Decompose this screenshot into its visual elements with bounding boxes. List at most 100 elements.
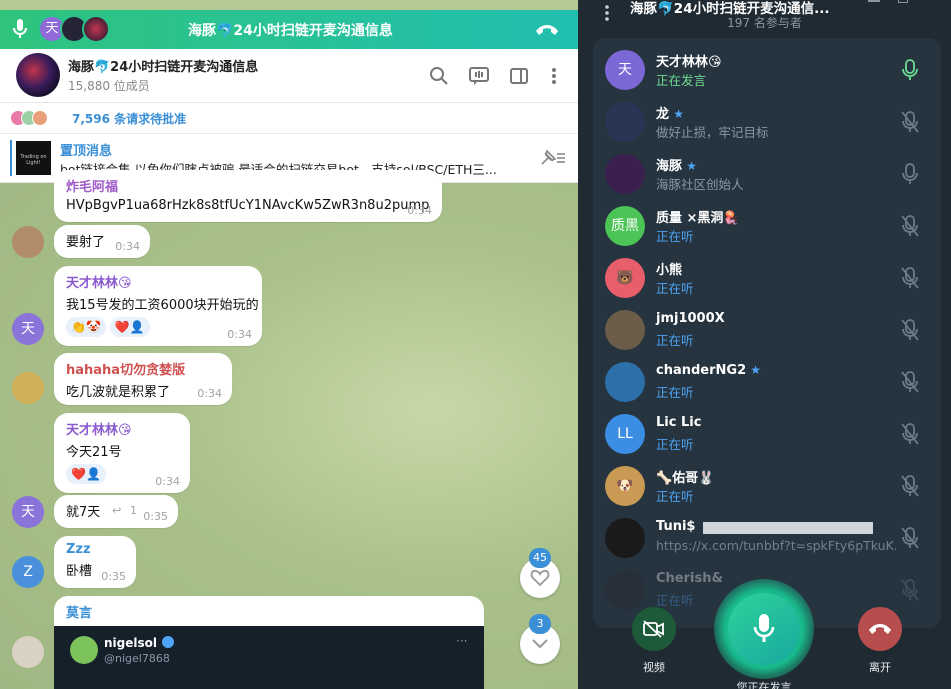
participant-row[interactable]: 🐶 🦴佑哥🐰 正在听 [593, 460, 941, 512]
chat-header[interactable]: 海豚🐬24小时扫链开麦沟通信息 15,880 位成员 [0, 49, 578, 103]
participant-name: 小熊 [656, 259, 682, 278]
microphone-icon[interactable] [10, 18, 30, 40]
mic-muted-icon[interactable] [899, 318, 921, 342]
message-text: 我15号发的工资6000块开始玩的 [66, 298, 259, 313]
message-bubble[interactable]: 炸毛阿福 HVpBgvP1ua68rHzk8s8tfUcY1NAvcKw5ZwR… [54, 170, 442, 222]
scroll-down-button[interactable]: 3 [520, 614, 560, 664]
participant-avatar[interactable] [605, 102, 645, 142]
message-bubble[interactable]: 天才林林😘 我15号发的工资6000块开始玩的 👏🤡 ❤️👤 0:34 [54, 266, 262, 346]
participant-status: 正在听 [656, 333, 694, 348]
participant-row[interactable]: LL Lic Lic 正在听 [593, 408, 941, 460]
participant-avatar[interactable]: 质黑 [605, 206, 645, 246]
sidebar-toggle-icon[interactable] [508, 65, 530, 87]
mic-muted-icon[interactable] [899, 266, 921, 290]
participant-row[interactable]: jmj1000X 正在听 [593, 304, 941, 356]
reactions[interactable]: 👏🤡 ❤️👤 [66, 317, 250, 337]
participant-name: Cherish& [656, 571, 723, 586]
participant-avatar[interactable] [605, 154, 645, 194]
minimize-icon[interactable] [868, 0, 880, 2]
participant-status: https://x.com/tunbbf?t=spkFty6pTkuK... [656, 538, 896, 553]
join-requests-bar[interactable]: 7,596 条请求待批准 [0, 103, 578, 134]
avatar[interactable]: 天 [12, 313, 44, 345]
participant-row[interactable]: 质黑 质量 ×黑洞🪼 正在听 [593, 200, 941, 252]
reply-icon[interactable]: ↩ [112, 504, 121, 517]
participant-row[interactable]: Tuni$ https://x.com/tunbbf?t=spkFty6pTkuK… [593, 512, 941, 564]
mic-muted-icon[interactable] [899, 578, 921, 602]
reaction-count-badge: 45 [529, 548, 551, 568]
participant-status: 正在发言 [656, 73, 707, 88]
participant-row[interactable]: 海豚 ★ 海豚社区创始人 [593, 148, 941, 200]
mic-muted-icon[interactable] [899, 422, 921, 446]
premium-star-icon: ★ [669, 107, 684, 121]
microphone-icon[interactable] [899, 58, 921, 82]
participant-avatar[interactable] [605, 310, 645, 350]
message-sender: 天才林林😘 [66, 276, 132, 291]
reaction-chip[interactable]: 👏🤡 [66, 317, 106, 337]
participant-row[interactable]: 🐻 小熊正在听 [593, 252, 941, 304]
message-bubble[interactable]: 就7天 ↩ 1 0:35 [54, 495, 178, 528]
mic-muted-icon[interactable] [899, 214, 921, 238]
leave-button[interactable] [858, 607, 902, 651]
participant-name: chanderNG2 ★ [656, 363, 761, 378]
speak-button[interactable] [714, 579, 814, 679]
microphone-icon[interactable] [899, 162, 921, 186]
message-bubble[interactable]: 天才林林😘 今天21号 ❤️👤 0:34 [54, 413, 190, 493]
mic-muted-icon[interactable] [899, 110, 921, 134]
message-bubble[interactable]: hahaha切勿贪婪版 吃几波就是积累了 0:34 [54, 353, 232, 405]
join-requests-text: 7,596 条请求待批准 [72, 112, 187, 126]
message-bubble[interactable]: 要射了 0:34 [54, 225, 150, 258]
microphone-icon [753, 614, 775, 642]
message-time: 0:34 [115, 240, 140, 253]
message-time: 0:34 [227, 328, 252, 341]
maximize-icon[interactable] [898, 0, 908, 3]
participant-row[interactable]: chanderNG2 ★ 正在听 [593, 356, 941, 408]
embedded-tweet[interactable]: nigelsol @nigel7868 ··· [54, 626, 484, 689]
participant-avatar[interactable]: LL [605, 414, 645, 454]
mic-muted-icon[interactable] [899, 370, 921, 394]
avatar[interactable]: 天 [12, 496, 44, 528]
mic-muted-icon[interactable] [899, 526, 921, 550]
message-text: 今天21号 [66, 445, 122, 460]
reactions-button[interactable]: 45 [520, 548, 560, 598]
reply-count[interactable]: 1 [130, 504, 137, 517]
participant-avatar[interactable] [605, 362, 645, 402]
participant-avatar[interactable]: 🐻 [605, 258, 645, 298]
pinned-label: 置顶消息 [60, 144, 113, 159]
premium-star-icon: ★ [746, 363, 762, 377]
participant-status: 正在听 [656, 281, 694, 296]
pin-list-icon[interactable] [538, 148, 566, 168]
participant-row[interactable]: 天天才林林😘 正在发言 [593, 44, 941, 96]
video-button[interactable] [632, 607, 676, 651]
more-icon[interactable]: ··· [456, 634, 467, 648]
avatar[interactable] [12, 636, 44, 668]
message-bubble[interactable]: 莫言 nigelsol @nigel7868 ··· [54, 596, 484, 689]
group-avatar[interactable] [16, 53, 60, 97]
hang-up-icon[interactable] [534, 22, 560, 38]
participant-row[interactable]: 龙 ★ 做好止损，牢记目标 [593, 96, 941, 148]
participant-avatar[interactable] [605, 570, 645, 610]
message-bubble[interactable]: Zzz 卧槽 0:35 [54, 536, 136, 588]
reaction-chip[interactable]: ❤️👤 [109, 317, 150, 337]
tweet-author: nigelsol [104, 636, 157, 650]
call-title: 海豚🐬24小时扫链开麦沟通信息 [188, 23, 393, 39]
participant-avatar[interactable]: 天 [605, 50, 645, 90]
participant-name: 🦴佑哥🐰 [656, 467, 714, 486]
participant-name-text: 天才林林😘 [656, 55, 722, 70]
avatar[interactable] [12, 226, 44, 258]
reaction-chip[interactable]: ❤️👤 [66, 464, 106, 484]
participant-status: 正在听 [656, 489, 694, 504]
request-avatars [10, 110, 48, 130]
call-bar[interactable]: 天 海豚🐬24小时扫链开麦沟通信息 [0, 10, 578, 49]
participant-avatar[interactable]: 🐶 [605, 466, 645, 506]
voice-chat-icon[interactable] [468, 65, 490, 87]
leave-label: 离开 [869, 661, 891, 674]
member-count: 15,880 位成员 [68, 79, 150, 93]
avatar[interactable] [12, 372, 44, 404]
mic-muted-icon[interactable] [899, 474, 921, 498]
message-time: 0:34 [407, 204, 432, 217]
search-icon[interactable] [428, 65, 450, 87]
more-options-icon[interactable] [543, 65, 565, 87]
avatar[interactable]: Z [12, 556, 44, 588]
participant-avatar[interactable] [605, 518, 645, 558]
participants-list[interactable]: 天天才林林😘 正在发言龙 ★ 做好止损，牢记目标 海豚 ★ 海豚社区创始人 质黑 质量 ×黑… [593, 38, 941, 628]
